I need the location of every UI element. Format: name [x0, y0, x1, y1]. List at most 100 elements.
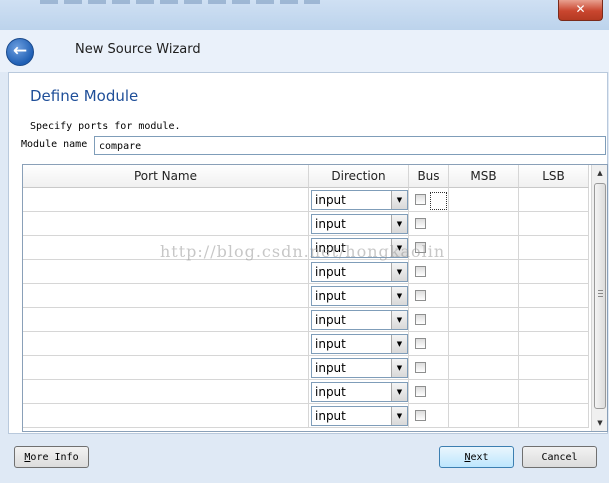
direction-dropdown[interactable]: input ▼: [311, 406, 408, 426]
direction-dropdown[interactable]: input ▼: [311, 214, 408, 234]
port-name-cell[interactable]: [23, 260, 309, 284]
direction-dropdown[interactable]: input ▼: [311, 358, 408, 378]
direction-cell[interactable]: input ▼: [309, 284, 409, 308]
table-row: input ▼: [23, 260, 589, 284]
port-name-cell[interactable]: [23, 284, 309, 308]
direction-cell[interactable]: input ▼: [309, 212, 409, 236]
column-header-direction[interactable]: Direction: [309, 165, 409, 188]
msb-cell[interactable]: [449, 380, 519, 404]
direction-dropdown[interactable]: input ▼: [311, 334, 408, 354]
port-name-cell[interactable]: [23, 332, 309, 356]
dropdown-arrow-icon[interactable]: ▼: [391, 191, 407, 209]
direction-cell[interactable]: input ▼: [309, 188, 409, 212]
table-row: input ▼: [23, 212, 589, 236]
bus-checkbox[interactable]: [415, 266, 426, 277]
direction-dropdown[interactable]: input ▼: [311, 286, 408, 306]
bus-cell: [409, 380, 449, 404]
bus-checkbox[interactable]: [415, 218, 426, 229]
scrollbar-thumb[interactable]: [594, 183, 606, 409]
direction-cell[interactable]: input ▼: [309, 308, 409, 332]
table-row: input ▼: [23, 380, 589, 404]
msb-cell[interactable]: [449, 188, 519, 212]
scroll-down-arrow-icon[interactable]: ▼: [592, 415, 607, 431]
lsb-cell[interactable]: [519, 284, 589, 308]
port-name-cell[interactable]: [23, 404, 309, 428]
bus-checkbox[interactable]: [415, 386, 426, 397]
column-header-bus[interactable]: Bus: [409, 165, 449, 188]
bus-cell: [409, 356, 449, 380]
dropdown-arrow-icon[interactable]: ▼: [391, 359, 407, 377]
dropdown-arrow-icon[interactable]: ▼: [391, 335, 407, 353]
direction-cell[interactable]: input ▼: [309, 332, 409, 356]
msb-cell[interactable]: [449, 284, 519, 308]
dropdown-arrow-icon[interactable]: ▼: [391, 407, 407, 425]
dropdown-arrow-icon[interactable]: ▼: [391, 383, 407, 401]
lsb-cell[interactable]: [519, 332, 589, 356]
column-header-lsb[interactable]: LSB: [519, 165, 589, 188]
lsb-cell[interactable]: [519, 212, 589, 236]
msb-cell[interactable]: [449, 308, 519, 332]
direction-cell[interactable]: input ▼: [309, 356, 409, 380]
direction-value: input: [315, 217, 346, 231]
msb-cell[interactable]: [449, 236, 519, 260]
msb-cell[interactable]: [449, 332, 519, 356]
bus-cell: [409, 308, 449, 332]
lsb-cell[interactable]: [519, 260, 589, 284]
dropdown-arrow-icon[interactable]: ▼: [391, 311, 407, 329]
lsb-cell[interactable]: [519, 380, 589, 404]
bus-checkbox[interactable]: [415, 362, 426, 373]
focus-indicator: [430, 192, 447, 210]
more-info-button[interactable]: More Info: [14, 446, 89, 468]
bus-cell: [409, 332, 449, 356]
direction-dropdown[interactable]: input ▼: [311, 190, 408, 210]
direction-value: input: [315, 337, 346, 351]
direction-cell[interactable]: input ▼: [309, 260, 409, 284]
direction-dropdown[interactable]: input ▼: [311, 310, 408, 330]
bus-checkbox[interactable]: [415, 410, 426, 421]
dropdown-arrow-icon[interactable]: ▼: [391, 215, 407, 233]
table-row: input ▼: [23, 404, 589, 428]
lsb-cell[interactable]: [519, 404, 589, 428]
msb-cell[interactable]: [449, 356, 519, 380]
msb-cell[interactable]: [449, 404, 519, 428]
close-button[interactable]: ✕: [558, 0, 603, 21]
msb-cell[interactable]: [449, 212, 519, 236]
module-name-input[interactable]: compare: [94, 136, 606, 155]
direction-dropdown[interactable]: input ▼: [311, 262, 408, 282]
port-name-cell[interactable]: [23, 188, 309, 212]
bus-cell: [409, 284, 449, 308]
back-arrow-icon[interactable]: ←: [6, 38, 34, 66]
column-header-msb[interactable]: MSB: [449, 165, 519, 188]
ports-table: Port Name Direction Bus MSB LSB input ▼ in…: [22, 164, 608, 432]
port-name-cell[interactable]: [23, 356, 309, 380]
bus-checkbox[interactable]: [415, 290, 426, 301]
module-name-label: Module name: [21, 139, 88, 150]
direction-cell[interactable]: input ▼: [309, 404, 409, 428]
dropdown-arrow-icon[interactable]: ▼: [391, 287, 407, 305]
port-name-cell[interactable]: [23, 308, 309, 332]
scroll-up-arrow-icon[interactable]: ▲: [592, 165, 607, 181]
lsb-cell[interactable]: [519, 188, 589, 212]
lsb-cell[interactable]: [519, 236, 589, 260]
cancel-button[interactable]: Cancel: [522, 446, 597, 468]
msb-cell[interactable]: [449, 260, 519, 284]
page-subtitle: Specify ports for module.: [30, 121, 181, 132]
port-name-cell[interactable]: [23, 212, 309, 236]
wizard-title: New Source Wizard: [75, 42, 201, 57]
direction-value: input: [315, 409, 346, 423]
direction-cell[interactable]: input ▼: [309, 380, 409, 404]
next-button[interactable]: Next: [439, 446, 514, 468]
bus-checkbox[interactable]: [415, 338, 426, 349]
bus-cell: [409, 404, 449, 428]
bus-checkbox[interactable]: [415, 194, 426, 205]
dropdown-arrow-icon[interactable]: ▼: [391, 263, 407, 281]
direction-value: input: [315, 265, 346, 279]
bus-checkbox[interactable]: [415, 314, 426, 325]
port-name-cell[interactable]: [23, 380, 309, 404]
lsb-cell[interactable]: [519, 308, 589, 332]
direction-dropdown[interactable]: input ▼: [311, 382, 408, 402]
lsb-cell[interactable]: [519, 356, 589, 380]
column-header-port-name[interactable]: Port Name: [23, 165, 309, 188]
title-bar: ✕: [0, 0, 609, 31]
vertical-scrollbar[interactable]: ▲ ▼: [591, 165, 607, 431]
